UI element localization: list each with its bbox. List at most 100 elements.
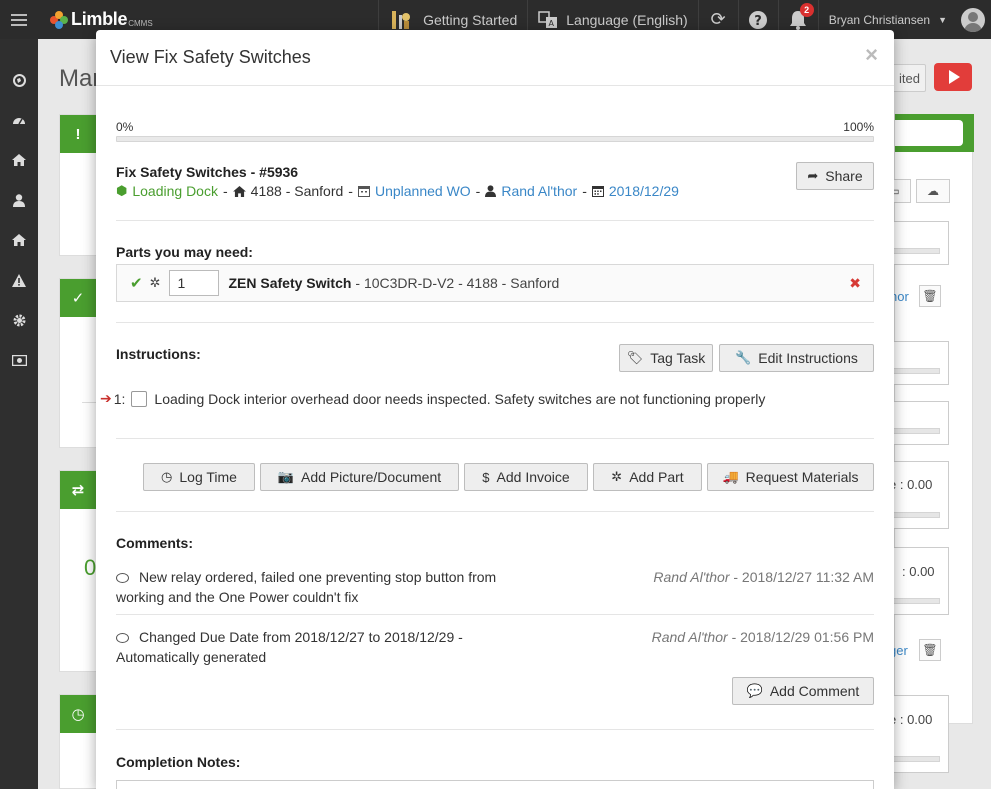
task-asset: 4188 - Sanford <box>250 183 344 199</box>
add-invoice-button[interactable]: $ Add Invoice <box>464 463 588 491</box>
translate-icon: A <box>538 10 558 28</box>
share-button[interactable]: ➦ Share <box>796 162 874 190</box>
task-type-link[interactable]: Unplanned WO <box>375 183 471 199</box>
home-icon <box>232 185 246 197</box>
sidebar-globe-icon[interactable] <box>0 60 38 100</box>
youtube-button[interactable] <box>934 63 972 91</box>
right-value-label: e : 0.00 <box>889 712 933 727</box>
add-comment-button[interactable]: 💬 Add Comment <box>732 677 874 705</box>
sidebar-home-icon[interactable] <box>0 140 38 180</box>
brand-logo[interactable]: Limble CMMS <box>50 9 153 30</box>
comment-author: Rand Al'thor <box>651 629 728 645</box>
clock-icon: ◷ <box>161 469 173 484</box>
trash-icon[interactable]: 🗑 <box>919 639 941 661</box>
limble-logo-icon <box>50 10 68 29</box>
request-materials-button[interactable]: 🚚 Request Materials <box>707 463 874 491</box>
meta-separator: - <box>348 183 353 199</box>
comment-icon: 💬 <box>746 683 763 698</box>
completion-notes-input[interactable] <box>116 780 874 789</box>
part-details: - 10C3DR-D-V2 - 4188 - Sanford <box>355 275 560 291</box>
svg-text:A: A <box>549 19 555 28</box>
sidebar-settings-icon[interactable] <box>0 300 38 340</box>
part-item: ✔ ✲ 1 ZEN Safety Switch - 10C3DR-D-V2 - … <box>116 264 874 302</box>
task-meta: ⬢ Loading Dock - 4188 - Sanford - Unplan… <box>116 183 679 199</box>
meta-separator: - <box>582 183 587 199</box>
widget-count: 0 <box>84 555 97 580</box>
sidebar-dashboard-icon[interactable] <box>0 100 38 140</box>
camera-icon: 📷 <box>277 469 295 484</box>
divider <box>116 322 874 323</box>
cube-icon: ⬢ <box>116 183 128 198</box>
comment-text-line1: New relay ordered, failed one preventing… <box>139 569 497 585</box>
help-icon: ? <box>749 10 768 29</box>
meta-separator: - <box>222 183 228 199</box>
completion-notes-label: Completion Notes: <box>116 754 241 770</box>
tag-task-label: Tag Task <box>650 350 706 366</box>
progress-end-label: 100% <box>843 120 874 134</box>
trash-icon[interactable]: 🗑 <box>919 285 941 307</box>
sidebar-user-icon[interactable] <box>0 180 38 220</box>
check-icon[interactable]: ✔ <box>130 274 143 292</box>
sidebar-locations-icon[interactable] <box>0 220 38 260</box>
add-part-button[interactable]: ✲ Add Part <box>593 463 702 491</box>
getting-started-label: Getting Started <box>423 11 518 28</box>
progress-start-label: 0% <box>116 120 134 134</box>
widget-panel-tasks: ✓ <box>59 278 100 448</box>
share-icon: ➦ <box>807 168 819 183</box>
arrow-right-icon: ➔ <box>100 390 112 406</box>
notification-count-badge: 2 <box>799 3 814 17</box>
part-quantity-input[interactable]: 1 <box>169 270 220 296</box>
task-assignee-link[interactable]: Rand Al'thor <box>501 183 577 199</box>
check-square-icon: ✓ <box>60 279 96 317</box>
exclamation-icon: ! <box>60 115 96 153</box>
user-icon <box>485 185 497 197</box>
add-picture-label: Add Picture/Document <box>301 469 442 485</box>
progress-labels: 0% 100% <box>116 120 874 134</box>
clock-icon: ◷ <box>60 695 96 733</box>
user-avatar[interactable] <box>961 7 985 32</box>
task-progress-bar <box>116 136 874 142</box>
dollar-icon: $ <box>482 469 490 485</box>
wizard-icon <box>392 10 411 29</box>
brand-subtitle: CMMS <box>128 18 153 28</box>
tag-task-button[interactable]: 🏷 Tag Task <box>619 344 713 372</box>
instructions-section-label: Instructions: <box>116 346 201 362</box>
divider <box>116 438 874 439</box>
sidebar-money-icon[interactable] <box>0 340 38 380</box>
remove-part-icon[interactable]: ✖ <box>849 275 861 292</box>
instruction-checkbox[interactable] <box>131 390 148 407</box>
log-time-label: Log Time <box>179 469 237 485</box>
request-materials-label: Request Materials <box>745 469 859 485</box>
modal-title: View Fix Safety Switches <box>110 47 311 67</box>
add-picture-button[interactable]: 📷 Add Picture/Document <box>260 463 459 491</box>
edit-instructions-label: Edit Instructions <box>758 350 858 366</box>
play-icon <box>949 70 960 84</box>
exchange-icon: ⇄ <box>60 471 96 509</box>
tag-icon: 🏷 <box>626 350 644 365</box>
widget-panel-time: ◷ <box>59 694 99 789</box>
task-name: Fix Safety Switches - #5936 <box>116 164 299 180</box>
comment-item: New relay ordered, failed one preventing… <box>116 567 874 607</box>
svg-text:?: ? <box>754 14 762 29</box>
due-date-calendar-icon <box>591 186 604 197</box>
modal-header: View Fix Safety Switches × <box>96 30 894 86</box>
divider <box>116 614 874 615</box>
gear-icon[interactable]: ✲ <box>150 275 161 291</box>
view-task-modal: View Fix Safety Switches × 0% 100% Fix S… <box>96 30 894 789</box>
menu-toggle-icon[interactable] <box>0 0 38 39</box>
comment-item: Changed Due Date from 2018/12/27 to 2018… <box>116 627 874 667</box>
add-invoice-label: Add Invoice <box>496 469 570 485</box>
edit-instructions-button[interactable]: 🔧 Edit Instructions <box>719 344 874 372</box>
caret-down-icon: ▼ <box>938 14 947 25</box>
comment-text-line2: Automatically generated <box>116 649 267 665</box>
cloud-download-icon[interactable]: ☁ <box>916 179 950 203</box>
add-part-label: Add Part <box>629 469 684 485</box>
widget-panel-transfers: ⇄ 0 <box>59 470 99 672</box>
sidebar-warning-icon[interactable] <box>0 260 38 300</box>
calendar-icon <box>357 186 370 197</box>
page-title: Mar <box>59 65 101 92</box>
task-due-date-link[interactable]: 2018/12/29 <box>609 183 679 199</box>
log-time-button[interactable]: ◷ Log Time <box>143 463 255 491</box>
close-icon[interactable]: × <box>865 44 878 66</box>
task-location-link[interactable]: Loading Dock <box>132 183 218 199</box>
